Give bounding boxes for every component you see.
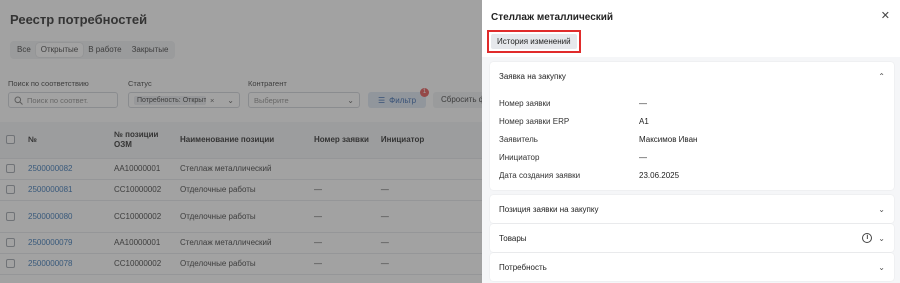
field-value: — <box>639 152 647 162</box>
section-need[interactable]: Потребность ⌄ <box>490 253 894 281</box>
field-value: 23.06.2025 <box>639 170 680 180</box>
field-label: Заявитель <box>499 134 538 144</box>
field-row: Номер заявки ERP A1 <box>490 112 894 130</box>
field-row: Номер заявки — <box>490 94 894 112</box>
history-highlight: История изменений <box>487 30 581 53</box>
drawer-title: Стеллаж металлический <box>491 12 614 23</box>
field-value: Максимов Иван <box>639 134 698 144</box>
section-need-title: Потребность <box>499 262 547 272</box>
chevron-down-icon: ⌄ <box>878 204 885 214</box>
field-value: — <box>639 98 647 108</box>
chevron-down-icon: ⌄ <box>878 233 885 243</box>
section-goods[interactable]: Товары i ⌄ <box>490 224 894 252</box>
field-row: Инициатор — <box>490 148 894 166</box>
modal-backdrop[interactable] <box>0 0 482 283</box>
section-position-title: Позиция заявки на закупку <box>499 204 599 214</box>
chevron-up-icon: ⌃ <box>878 71 885 81</box>
history-button[interactable]: История изменений <box>491 34 577 49</box>
chevron-down-icon: ⌄ <box>878 262 885 272</box>
drawer-header: Стеллаж металлический ✕ История изменени… <box>482 0 900 57</box>
section-position[interactable]: Позиция заявки на закупку ⌄ <box>490 195 894 223</box>
info-icon[interactable]: i <box>862 233 873 243</box>
section-request: Заявка на закупку ⌃ Номер заявки — Номер… <box>490 62 894 190</box>
section-request-header[interactable]: Заявка на закупку ⌃ <box>490 62 894 90</box>
field-value: A1 <box>639 116 649 126</box>
details-drawer: Стеллаж металлический ✕ История изменени… <box>482 0 900 283</box>
field-row: Заявитель Максимов Иван <box>490 130 894 148</box>
section-goods-title: Товары <box>499 233 527 243</box>
close-icon[interactable]: ✕ <box>881 9 890 22</box>
field-label: Номер заявки <box>499 98 551 108</box>
section-request-title: Заявка на закупку <box>499 71 566 81</box>
field-label: Номер заявки ERP <box>499 116 570 126</box>
field-row: Дата создания заявки 23.06.2025 <box>490 166 894 184</box>
field-label: Инициатор <box>499 152 540 162</box>
field-label: Дата создания заявки <box>499 170 581 180</box>
